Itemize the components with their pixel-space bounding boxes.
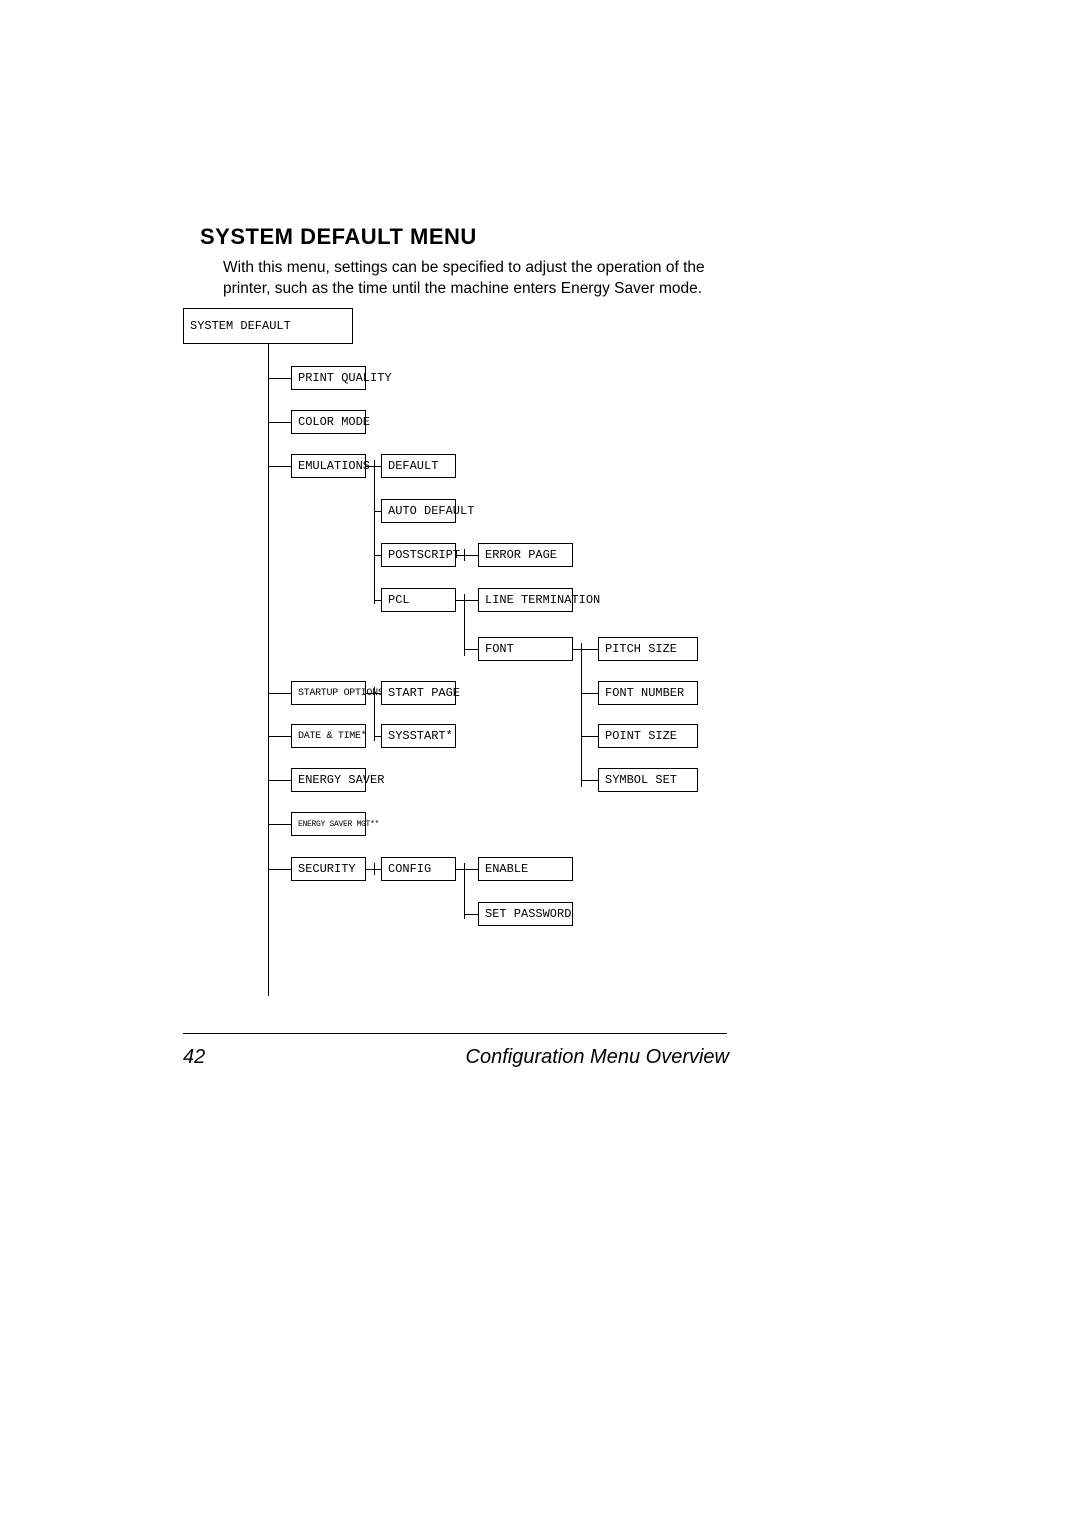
menu-tree-diagram: SYSTEM DEFAULT PRINT QUALITY COLOR MODE … [183, 308, 783, 1028]
connector [374, 693, 381, 694]
connector [464, 863, 465, 919]
connector [374, 600, 381, 601]
footer-rule [183, 1033, 727, 1034]
connector [581, 736, 598, 737]
node-security: SECURITY [291, 857, 366, 881]
connector [268, 736, 291, 737]
connector [366, 693, 374, 694]
page-number: 42 [183, 1046, 205, 1069]
connector [366, 869, 374, 870]
connector [268, 693, 291, 694]
connector [374, 511, 381, 512]
node-config: CONFIG [381, 857, 456, 881]
connector [268, 422, 291, 423]
connector [268, 824, 291, 825]
connector [464, 594, 465, 656]
connector [374, 687, 375, 741]
connector [581, 693, 598, 694]
node-emu-postscript: POSTSCRIPT [381, 543, 456, 567]
node-point-size: POINT SIZE [598, 724, 698, 748]
connector [374, 869, 381, 870]
connector [464, 649, 478, 650]
connector [456, 600, 464, 601]
connector [374, 460, 375, 604]
node-sysstart: SYSSTART* [381, 724, 456, 748]
node-print-quality: PRINT QUALITY [291, 366, 366, 390]
node-font: FONT [478, 637, 573, 661]
footer-title: Configuration Menu Overview [466, 1046, 729, 1069]
node-emu-pcl: PCL [381, 588, 456, 612]
connector [581, 643, 582, 787]
node-start-page: START PAGE [381, 681, 456, 705]
intro-paragraph: With this menu, settings can be specifie… [223, 258, 733, 300]
node-color-mode: COLOR MODE [291, 410, 366, 434]
connector [268, 378, 291, 379]
node-date-time: DATE & TIME* [291, 724, 366, 748]
node-emu-default: DEFAULT [381, 454, 456, 478]
connector [268, 466, 291, 467]
connector [456, 555, 464, 556]
node-emu-auto-default: AUTO DEFAULT [381, 499, 456, 523]
section-heading: SYSTEM DEFAULT MENU [200, 224, 477, 250]
node-line-termination: LINE TERMINATION [478, 588, 573, 612]
connector [374, 555, 381, 556]
node-energy-saver-mgt: ENERGY SAVER MGT** [291, 812, 366, 836]
connector [464, 914, 478, 915]
node-error-page: ERROR PAGE [478, 543, 573, 567]
connector [581, 780, 598, 781]
node-enable: ENABLE [478, 857, 573, 881]
node-set-password: SET PASSWORD [478, 902, 573, 926]
node-symbol-set: SYMBOL SET [598, 768, 698, 792]
connector [374, 736, 381, 737]
connector [268, 780, 291, 781]
connector [464, 555, 478, 556]
connector [374, 466, 381, 467]
node-startup-options: STARTUP OPTIONS [291, 681, 366, 705]
node-root: SYSTEM DEFAULT [183, 308, 353, 344]
connector [268, 869, 291, 870]
connector [464, 600, 478, 601]
document-page: SYSTEM DEFAULT MENU With this menu, sett… [0, 0, 1080, 1527]
node-pitch-size: PITCH SIZE [598, 637, 698, 661]
connector [573, 649, 581, 650]
connector [456, 869, 464, 870]
connector [268, 344, 269, 996]
node-energy-saver: ENERGY SAVER [291, 768, 366, 792]
connector [581, 649, 598, 650]
connector [366, 466, 374, 467]
node-emulations: EMULATIONS [291, 454, 366, 478]
node-font-number: FONT NUMBER [598, 681, 698, 705]
connector [464, 869, 478, 870]
